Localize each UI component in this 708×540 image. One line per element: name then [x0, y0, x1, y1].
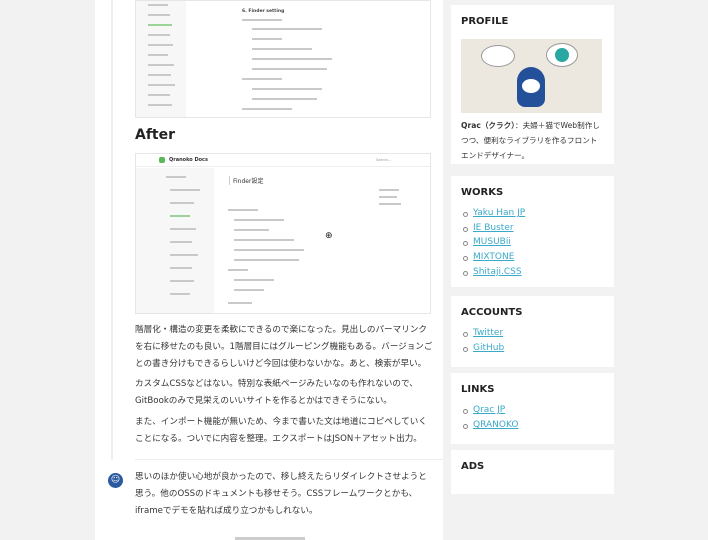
before-heading: 6. Finder setting [242, 9, 285, 14]
docs-page-title: Finder設定 [229, 176, 263, 185]
docs-sidebar [136, 1, 186, 117]
widget-title: WORKS [461, 187, 504, 198]
widget-title: LINKS [461, 384, 495, 395]
profile-name: Qrac（クラク） [461, 121, 515, 130]
timeline-line [111, 0, 113, 460]
list-item: GitHub [461, 341, 604, 356]
widget-title: ADS [461, 461, 485, 472]
works-widget: WORKS Yaku Han JP IE Buster MUSUBii MIXT… [451, 176, 614, 287]
docs-logo-icon [159, 157, 165, 163]
article-card: 6. Finder setting After Qranoko Docs Sea… [95, 0, 443, 540]
profile-illustration [461, 39, 602, 113]
widget-title: ACCOUNTS [461, 307, 523, 318]
link-twitter[interactable]: Twitter [473, 328, 503, 338]
list-item: IE Buster [461, 221, 604, 236]
link-github[interactable]: GitHub [473, 343, 504, 353]
widget-title: PROFILE [461, 16, 509, 27]
list-item: QRANOKO [461, 418, 604, 433]
link-mixtone[interactable]: MIXTONE [473, 252, 514, 262]
link-ie-buster[interactable]: IE Buster [473, 223, 514, 233]
link-qranoko[interactable]: QRANOKO [473, 420, 518, 430]
link-musubii[interactable]: MUSUBii [473, 237, 511, 247]
links-widget: LINKS Qrac JP QRANOKO [451, 373, 614, 444]
link-yaku-han-jp[interactable]: Yaku Han JP [473, 208, 525, 218]
after-heading: After [135, 127, 176, 143]
ads-widget: ADS [451, 450, 614, 494]
paragraph: カスタムCSSなどはない。特別な表紙ページみたいなのも作れないので、GitBoo… [135, 379, 418, 406]
zoom-cursor-icon: ⊕ [325, 231, 333, 241]
link-shitaji-css[interactable]: Shitaji.CSS [473, 267, 522, 277]
list-item: MIXTONE [461, 250, 604, 265]
list-item: Yaku Han JP [461, 206, 604, 221]
comment-text: 思いのほか使い心地が良かったので、移し終えたらリダイレクトさせようと思う。他のO… [135, 472, 427, 516]
list-item: MUSUBii [461, 235, 604, 250]
list-item: Shitaji.CSS [461, 265, 604, 280]
after-screenshot: Qranoko Docs Search... Finder設定 ⊕ [135, 153, 431, 314]
paragraph: 階層化・構造の変更を柔軟にできるので楽になった。見出しのパーマリンクを右に移せた… [135, 325, 433, 369]
docs-app-name: Qranoko Docs [169, 157, 208, 163]
divider [135, 459, 443, 460]
paragraph: また、インポート機能が無いため、今まで書いた文は地道にコピペしていくことになる。… [135, 417, 427, 444]
docs-sidebar [136, 168, 214, 313]
profile-widget: PROFILE Qrac（クラク）：夫婦＋猫でWeb制作しつつ、便利なライブラリ… [451, 5, 614, 164]
list-item: Twitter [461, 326, 604, 341]
before-screenshot: 6. Finder setting [135, 0, 431, 118]
list-item: Qrac JP [461, 403, 604, 418]
link-qrac-jp[interactable]: Qrac JP [473, 405, 505, 415]
author-avatar-icon: ☺ [108, 473, 123, 488]
docs-header: Qranoko Docs Search... [136, 154, 430, 167]
docs-search: Search... [376, 158, 392, 162]
accounts-widget: ACCOUNTS Twitter GitHub [451, 296, 614, 367]
